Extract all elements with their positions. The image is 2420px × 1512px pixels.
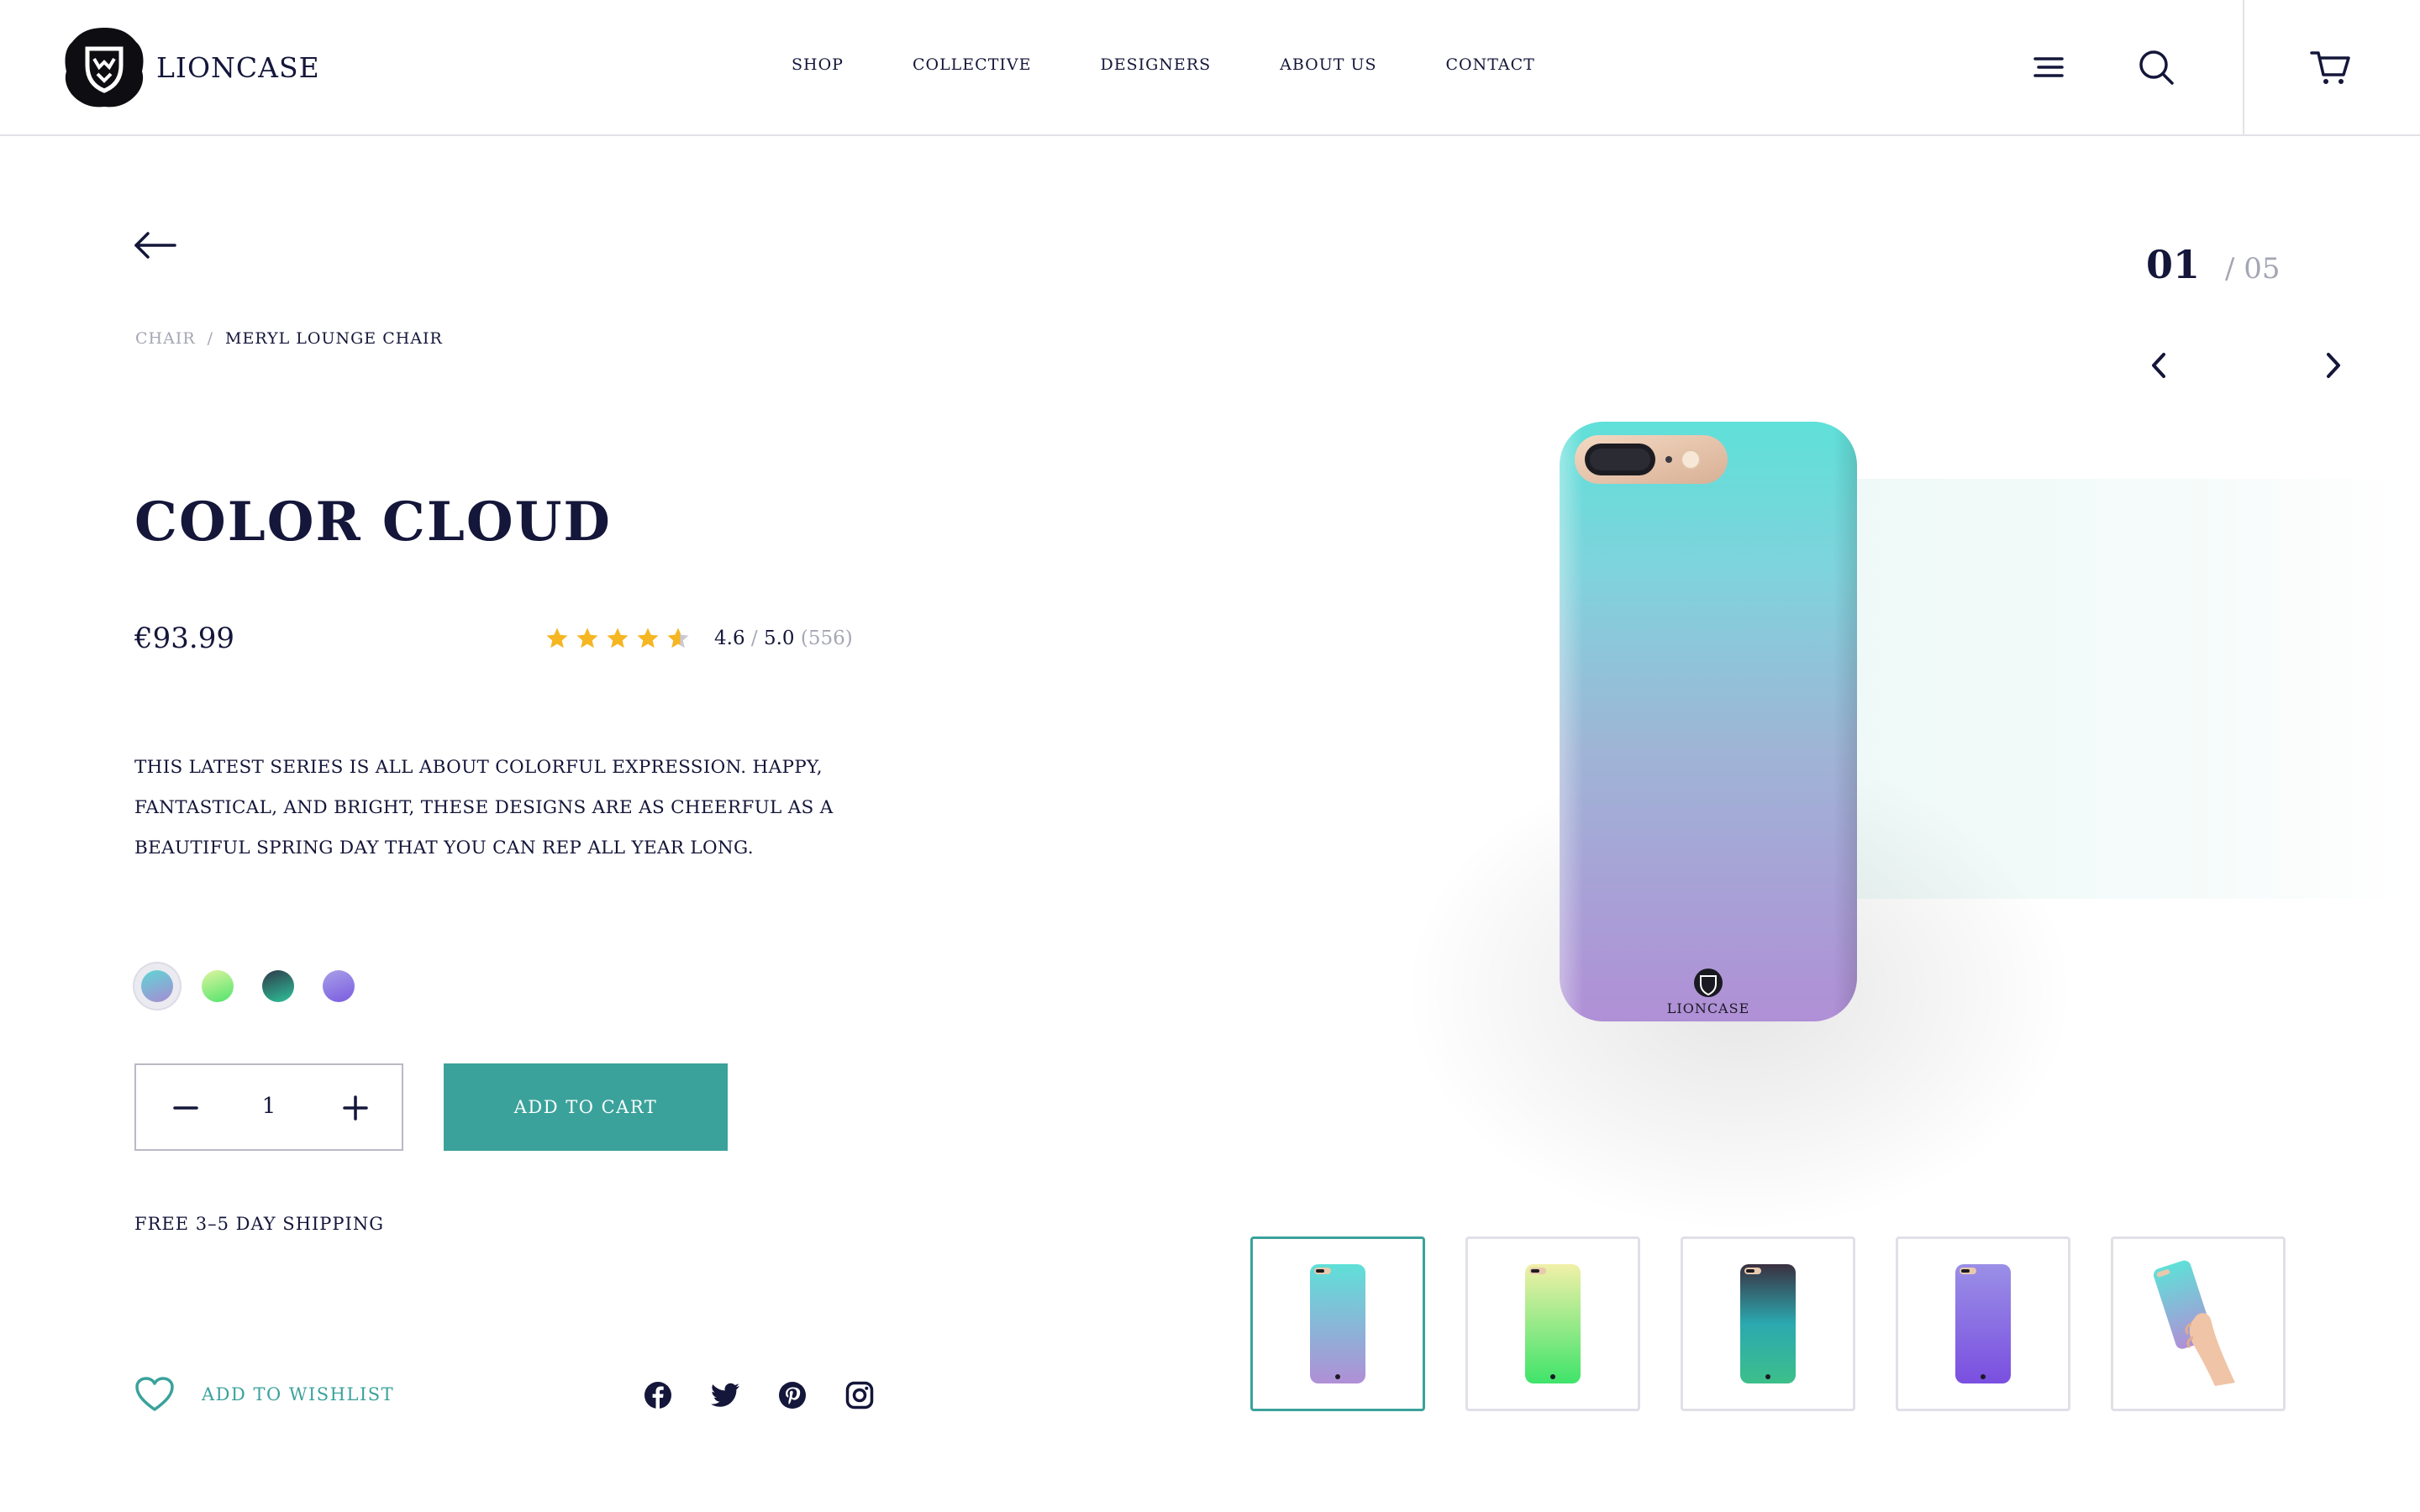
main-nav: SHOP COLLECTIVE DESIGNERS ABOUT US CONTA… — [792, 55, 1535, 74]
instagram-link[interactable] — [844, 1379, 876, 1411]
phone-thumbnail-image — [1525, 1264, 1581, 1383]
slide-counter: 01 / 05 — [2146, 242, 2281, 287]
phone-thumbnail-image — [1740, 1264, 1796, 1383]
instagram-icon — [845, 1381, 874, 1410]
thumbnail-2[interactable] — [1465, 1236, 1640, 1411]
product-image-stage: LIONCASE — [1361, 370, 2403, 1243]
breadcrumb-separator: / — [207, 329, 214, 348]
slide-total: / 05 — [2225, 252, 2281, 286]
slide-current: 01 — [2146, 242, 2201, 287]
facebook-link[interactable] — [642, 1379, 674, 1411]
social-links — [642, 1379, 876, 1411]
nav-designers[interactable]: DESIGNERS — [1100, 55, 1211, 74]
case-brand-text: LIONCASE — [1667, 1000, 1750, 1016]
menu-button[interactable] — [2025, 44, 2072, 91]
swatch-violet[interactable] — [316, 963, 361, 1009]
rating-stars — [544, 626, 691, 651]
shipping-note: FREE 3–5 DAY SHIPPING — [134, 1214, 385, 1234]
product-title: COLOR CLOUD — [134, 491, 612, 554]
facebook-icon — [644, 1382, 671, 1410]
breadcrumb: CHAIR / MERYL LOUNGE CHAIR — [135, 329, 443, 348]
swatch-ocean[interactable] — [255, 963, 301, 1009]
thumbnail-5[interactable] — [2111, 1236, 2286, 1411]
phone-thumbnail-image — [1955, 1264, 2011, 1383]
star-icon — [637, 627, 659, 648]
star-icon — [576, 627, 598, 648]
swatch-cloud[interactable] — [134, 963, 180, 1009]
breadcrumb-current: MERYL LOUNGE CHAIR — [225, 329, 443, 348]
color-swatches — [134, 963, 361, 1009]
quantity-increase-button[interactable] — [334, 1087, 376, 1129]
product-rating: 4.6 / 5.0 (556) — [544, 626, 853, 651]
rating-value: 4.6 — [714, 627, 745, 649]
search-icon — [2139, 50, 2174, 85]
nav-shop[interactable]: SHOP — [792, 55, 844, 74]
rating-separator: / — [750, 627, 758, 649]
rating-count[interactable]: (556) — [801, 627, 853, 649]
twitter-link[interactable] — [709, 1379, 741, 1411]
add-to-cart-button[interactable]: ADD TO CART — [444, 1063, 728, 1151]
nav-about-us[interactable]: ABOUT US — [1280, 55, 1376, 74]
add-to-wishlist-button[interactable]: ADD TO WISHLIST — [134, 1376, 394, 1413]
thumbnail-4[interactable] — [1896, 1236, 2070, 1411]
quantity-stepper: 1 — [134, 1063, 403, 1151]
thumbnail-3[interactable] — [1681, 1236, 1855, 1411]
lion-logo-icon — [65, 28, 144, 108]
twitter-icon — [711, 1383, 739, 1407]
phone-case-image: LIONCASE — [1560, 422, 1857, 1021]
pinterest-link[interactable] — [776, 1379, 808, 1411]
rating-text: 4.6 / 5.0 (556) — [714, 627, 853, 649]
cart-button[interactable] — [2307, 44, 2354, 91]
brand-logo[interactable]: LIONCASE — [62, 25, 320, 109]
product-description: THIS LATEST SERIES IS ALL ABOUT COLORFUL… — [134, 757, 834, 858]
half-star-icon — [667, 627, 689, 648]
thumbnail-1[interactable] — [1250, 1236, 1425, 1411]
gallery-thumbnails — [1250, 1236, 2286, 1411]
brand-name: LIONCASE — [156, 50, 320, 84]
arrow-left-icon — [134, 232, 176, 259]
case-lion-logo-icon — [1694, 969, 1723, 997]
cart-icon — [2310, 51, 2350, 84]
pinterest-icon — [779, 1382, 806, 1409]
menu-icon — [2033, 57, 2064, 77]
plus-icon — [343, 1095, 368, 1121]
star-icon — [607, 627, 629, 648]
header-divider — [2243, 0, 2244, 136]
nav-contact[interactable]: CONTACT — [1445, 55, 1534, 74]
site-header: LIONCASE SHOP COLLECTIVE DESIGNERS ABOUT… — [0, 0, 2420, 136]
search-button[interactable] — [2133, 44, 2180, 91]
back-button[interactable] — [133, 228, 178, 262]
heart-icon — [135, 1377, 174, 1411]
product-price: €93.99 — [134, 622, 234, 655]
hand-holding-phone-image — [2153, 1260, 2235, 1386]
rating-max: 5.0 — [763, 627, 795, 649]
breadcrumb-parent[interactable]: CHAIR — [135, 329, 196, 348]
nav-collective[interactable]: COLLECTIVE — [913, 55, 1032, 74]
phone-thumbnail-image — [1310, 1264, 1365, 1383]
star-icon — [546, 627, 568, 648]
swatch-lime[interactable] — [195, 963, 240, 1009]
wishlist-label: ADD TO WISHLIST — [202, 1384, 395, 1404]
